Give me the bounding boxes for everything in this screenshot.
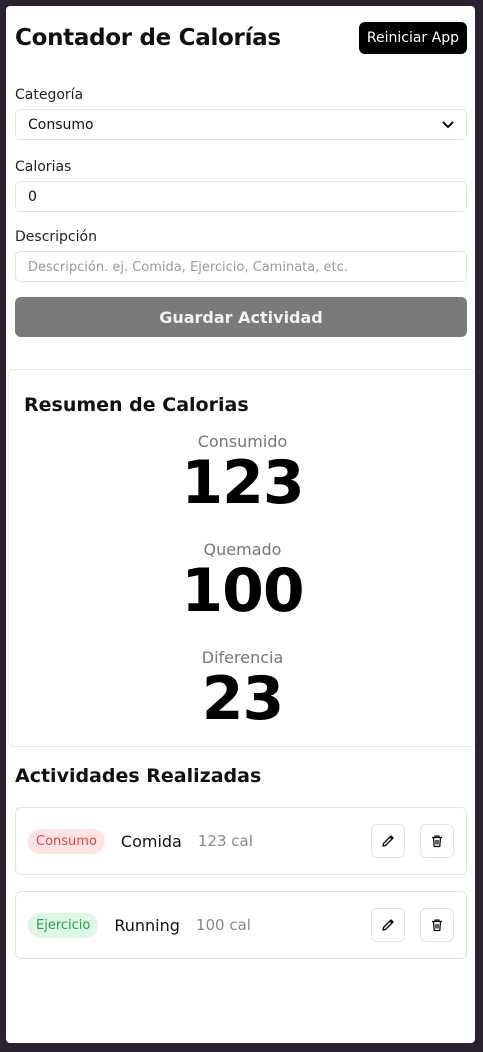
activity-calories: 123 cal — [197, 832, 253, 850]
pencil-icon — [382, 919, 394, 931]
category-selected-value: Consumo — [28, 116, 94, 133]
trash-icon — [432, 835, 442, 848]
category-select[interactable]: Consumo — [15, 109, 467, 140]
summary-title: Resumen de Calorias — [24, 394, 249, 416]
save-activity-button[interactable]: Guardar Actividad — [15, 297, 467, 337]
chevron-down-icon — [442, 118, 454, 132]
description-label: Descripción — [15, 229, 97, 245]
calories-input[interactable] — [28, 188, 454, 205]
list-item: Ejercicio Running 100 cal — [15, 891, 467, 959]
activity-name: Running — [114, 915, 180, 935]
app-container: Contador de Calorías Reiniciar App Categ… — [6, 6, 475, 1043]
description-field[interactable] — [15, 251, 467, 282]
category-badge: Ejercicio — [28, 912, 99, 938]
description-input[interactable] — [28, 258, 454, 275]
edit-button[interactable] — [371, 824, 405, 858]
activity-name: Comida — [120, 831, 182, 851]
delete-button[interactable] — [420, 824, 454, 858]
difference-value: 23 — [201, 664, 285, 734]
page-title: Contador de Calorías — [15, 25, 281, 51]
edit-button[interactable] — [371, 908, 405, 942]
pencil-icon — [382, 835, 394, 847]
calories-field[interactable] — [15, 181, 467, 212]
calories-label: Calorias — [15, 159, 72, 175]
burned-value: 100 — [181, 556, 304, 626]
activity-calories: 100 cal — [195, 916, 251, 934]
activities-title: Actividades Realizadas — [15, 765, 262, 787]
calorie-summary: Resumen de Calorias Consumido 123 Quemad… — [8, 369, 475, 747]
list-item: Consumo Comida 123 cal — [15, 807, 467, 875]
header: Contador de Calorías Reiniciar App — [15, 21, 467, 55]
category-badge: Consumo — [28, 828, 105, 854]
category-label: Categoría — [15, 87, 84, 103]
delete-button[interactable] — [420, 908, 454, 942]
consumed-value: 123 — [181, 448, 304, 518]
reset-app-button[interactable]: Reiniciar App — [358, 22, 467, 54]
trash-icon — [432, 919, 442, 932]
